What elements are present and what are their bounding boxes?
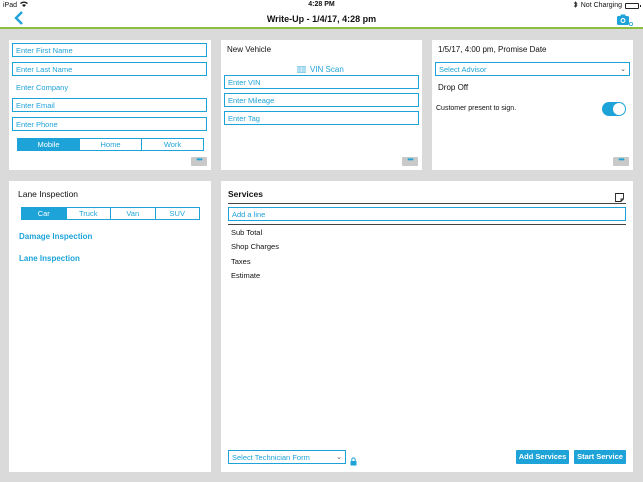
phone-type-mobile[interactable]: Mobile xyxy=(18,139,80,150)
vehicle-type-truck[interactable]: Truck xyxy=(67,208,111,219)
lane-inspection-link[interactable]: Lane Inspection xyxy=(19,254,80,263)
technician-form-select[interactable]: Select Technician Form ⌄ xyxy=(228,450,346,464)
add-services-button[interactable]: Add Services xyxy=(516,450,569,464)
mileage-input[interactable]: Enter Mileage xyxy=(224,93,419,107)
damage-inspection-link[interactable]: Damage Inspection xyxy=(19,232,92,241)
lock-icon[interactable] xyxy=(350,453,357,471)
services-title: Services xyxy=(228,189,263,199)
taxes-label: Taxes xyxy=(231,257,251,266)
note-icon[interactable] xyxy=(615,189,624,207)
lane-inspection-card: Lane Inspection Car Truck Van SUV Damage… xyxy=(9,181,211,472)
charging-status: Not Charging xyxy=(580,2,622,9)
promise-date[interactable]: 1/5/17, 4:00 pm, Promise Date xyxy=(438,45,547,54)
vehicle-type-suv[interactable]: SUV xyxy=(156,208,200,219)
chevron-down-icon: ⌄ xyxy=(336,454,342,461)
promise-card: 1/5/17, 4:00 pm, Promise Date Select Adv… xyxy=(432,40,633,170)
drop-off-label: Drop Off xyxy=(438,83,469,92)
vehicle-title: New Vehicle xyxy=(227,45,272,54)
shop-charges-label: Shop Charges xyxy=(231,242,279,251)
tag-input[interactable]: Enter Tag xyxy=(224,111,419,125)
estimate-label: Estimate xyxy=(231,271,261,280)
status-time: 4:28 PM xyxy=(308,1,335,8)
divider xyxy=(228,203,626,204)
add-line-input[interactable]: Add a line xyxy=(228,207,626,221)
start-service-button[interactable]: Start Service xyxy=(574,450,626,464)
customer-present-toggle[interactable] xyxy=(602,102,626,116)
bluetooth-icon xyxy=(573,1,578,10)
page-title: Write-Up - 1/4/17, 4:28 pm xyxy=(266,14,377,24)
sub-total-label: Sub Total xyxy=(231,228,263,237)
vehicle-card: New Vehicle VIN Scan Enter VIN Enter Mil… xyxy=(221,40,422,170)
technician-form-placeholder: Select Technician Form xyxy=(232,453,310,462)
status-bar: iPad 4:28 PM Not Charging xyxy=(0,0,643,10)
first-name-input[interactable]: Enter First Name xyxy=(12,43,207,57)
promise-more-button[interactable]: ••• xyxy=(613,156,629,166)
lane-inspection-title: Lane Inspection xyxy=(18,189,79,199)
advisor-placeholder: Select Advisor xyxy=(439,65,487,74)
camera-icon[interactable] xyxy=(617,13,633,31)
chevron-down-icon: ⌄ xyxy=(620,66,626,73)
customer-present-label: Customer present to sign. xyxy=(436,105,517,112)
vehicle-type-van[interactable]: Van xyxy=(111,208,156,219)
vehicle-type-selector: Car Truck Van SUV xyxy=(21,207,200,220)
services-card: Services Add a line Sub Total Shop Charg… xyxy=(221,181,633,472)
vin-scan-label: VIN Scan xyxy=(310,64,344,74)
email-input[interactable]: Enter Email xyxy=(12,98,207,112)
divider xyxy=(228,224,626,225)
phone-type-selector: Mobile Home Work xyxy=(17,138,204,151)
phone-type-home[interactable]: Home xyxy=(80,139,142,150)
customer-more-button[interactable]: ••• xyxy=(191,156,207,166)
battery-icon xyxy=(625,2,641,9)
phone-type-work[interactable]: Work xyxy=(142,139,203,150)
company-input[interactable]: Enter Company xyxy=(16,83,68,92)
advisor-select[interactable]: Select Advisor ⌄ xyxy=(435,62,630,76)
nav-bar: Write-Up - 1/4/17, 4:28 pm xyxy=(0,10,643,29)
phone-input[interactable]: Enter Phone xyxy=(12,117,207,131)
vehicle-type-car[interactable]: Car xyxy=(22,208,67,219)
vin-input[interactable]: Enter VIN xyxy=(224,75,419,89)
customer-card: Enter First Name Enter Last Name Enter C… xyxy=(9,40,211,170)
vehicle-more-button[interactable]: ••• xyxy=(402,156,418,166)
last-name-input[interactable]: Enter Last Name xyxy=(12,62,207,76)
